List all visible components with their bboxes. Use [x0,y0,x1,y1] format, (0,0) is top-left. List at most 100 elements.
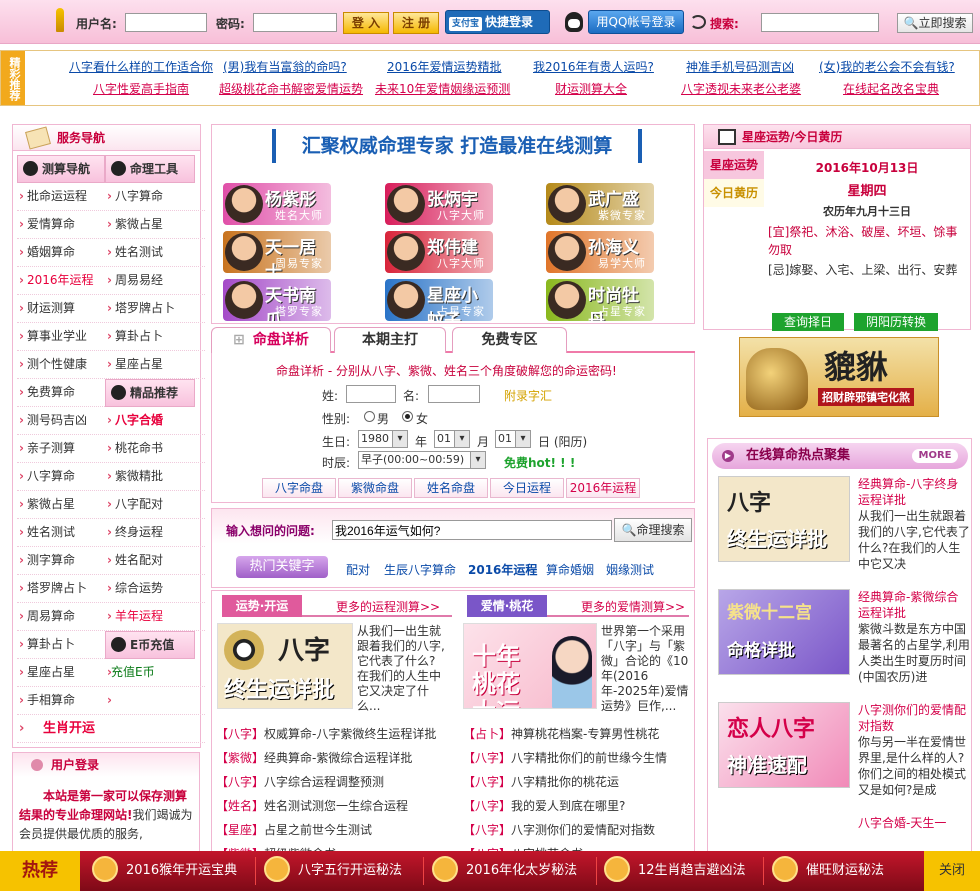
nav-link[interactable]: 综合运势 [105,575,193,602]
rec-link[interactable]: 神准手机号码测吉凶 [686,58,794,75]
recharge-ecoin-link[interactable]: 充值E币 [105,659,193,686]
date-select-button[interactable]: 查询择日 [772,313,844,331]
rare-chars-link[interactable]: 附录字汇 [504,387,552,404]
nav-link[interactable]: 算卦占卜 [105,323,193,350]
list-item[interactable]: 【星座】占星之前世今生测试 [216,821,372,838]
tab-almanac[interactable]: 今日黄历 [704,179,764,207]
list-item[interactable]: 【八字】八字精批你的桃花运 [463,773,619,790]
expert-card[interactable]: 张炳宇 八字大师 [385,183,493,225]
nav-link[interactable]: 批命运运程 [17,183,105,210]
bottom-promo-link[interactable]: 催旺财运秘法 [772,851,884,891]
username-input[interactable] [125,13,207,32]
fortune-thumb[interactable]: 八字 终生运详批 [217,623,353,709]
list-item[interactable]: 【紫微】经典算命-紫微综合运程详批 [216,749,412,766]
name-chart-button[interactable]: 姓名命盘 [414,478,488,498]
bottom-promo-link[interactable]: 12生肖趋吉避凶法 [604,851,746,891]
bottom-promo-link[interactable]: 2016年化太岁秘法 [432,851,577,891]
site-search-button[interactable]: 🔍立即搜索 [897,13,973,33]
list-item[interactable]: 【八字】八字测你们的爱情配对指数 [463,821,655,838]
nav-link[interactable]: 塔罗牌占卜 [17,575,105,602]
tab-featured[interactable]: 本期主打 [334,327,446,353]
rec-link[interactable]: 八字看什么样的工作适合你 [69,58,213,75]
nav-link[interactable]: 算卦占卜 [17,631,105,659]
expert-card[interactable]: 孙海义 易学大师 [546,231,654,273]
keyword-link[interactable]: 算命婚姻 [546,561,594,578]
nav-link[interactable]: 亲子测算 [17,435,105,462]
nav-link-zodiac[interactable]: 生肖开运 [17,715,105,742]
nav-link[interactable]: 羊年运程 [105,603,193,630]
nav-link[interactable]: 星座占星 [105,351,193,378]
nav-link[interactable]: 姓名测试 [105,239,193,266]
rec-link[interactable]: (女)我的老公会不会有钱? [819,58,955,75]
love-thumb[interactable]: 十年桃花大运 [463,623,597,709]
calendar-convert-button[interactable]: 阴阳历转换 [854,313,938,331]
password-input[interactable] [253,13,337,32]
nav-link[interactable]: 八字配对 [105,491,193,518]
male-radio[interactable] [364,411,375,422]
nav-link[interactable]: 终身运程 [105,519,193,546]
nav-link[interactable]: 免费算命 [17,379,105,407]
keyword-link[interactable]: 生辰八字算命 [384,561,456,578]
rec-link[interactable]: 财运测算大全 [555,80,627,97]
tab-chart-analysis[interactable]: ⊞ 命盘详析 [211,327,331,353]
qq-login-button[interactable]: 用QQ帐号登录 [588,10,684,34]
rec-link[interactable]: 未来10年爱情姻缘运预测 [375,80,510,97]
expert-card[interactable]: 天书南瓜 塔罗专家 [223,279,331,321]
female-radio[interactable] [402,411,413,422]
today-fortune-button[interactable]: 今日运程 [490,478,564,498]
nav-link[interactable]: 手相算命 [17,687,105,714]
fortune-search-button[interactable]: 🔍命理搜索 [614,518,692,542]
rec-link[interactable]: 八字性爱高手指南 [93,80,189,97]
rec-link[interactable]: 我2016年有贵人运吗? [533,58,654,75]
nav-link[interactable]: 婚姻算命 [17,239,105,266]
list-item[interactable]: 【八字】权威算命-八字紫微终生运程详批 [216,725,436,742]
hour-select[interactable]: 早子(00:00~00:59) [358,451,486,469]
tab-free-zone[interactable]: 免费专区 [452,327,567,353]
keyword-link[interactable]: 姻缘测试 [606,561,654,578]
nav-link[interactable]: 2016年运程 [17,267,105,294]
nav-link[interactable]: 八字算命 [105,183,193,210]
expert-card[interactable]: 时尚牡丹 占星专家 [546,279,654,321]
expert-card[interactable]: 郑伟建 八字大师 [385,231,493,273]
close-promo-button[interactable]: 关闭 [924,851,980,891]
love-more-link[interactable]: 更多的爱情测算>> [581,598,685,615]
nav-link[interactable]: 测号码吉凶 [17,407,105,434]
nav-link[interactable]: 星座占星 [17,659,105,686]
alipay-login-button[interactable]: 支付宝 快捷登录 [445,10,550,34]
ziwei-chart-button[interactable]: 紫微命盘 [338,478,412,498]
expert-card[interactable]: 星座小蚊子 占星专家 [385,279,493,321]
nav-link[interactable]: 爱情算命 [17,211,105,238]
bazi-chart-button[interactable]: 八字命盘 [262,478,336,498]
list-item[interactable]: 【八字】八字精批你们的前世缘今生情 [463,749,667,766]
expert-card[interactable]: 武广盛 紫微专家 [546,183,654,225]
bottom-promo-link[interactable]: 八字五行开运秘法 [264,851,402,891]
expert-card[interactable]: 天一居士 周易专家 [223,231,331,273]
month-select[interactable]: 01 [434,430,470,448]
question-input[interactable] [332,520,612,540]
nav-link[interactable]: 八字合婚 [105,407,193,434]
nav-link[interactable]: 姓名测试 [17,519,105,546]
site-search-input[interactable] [761,13,879,32]
nav-link[interactable]: 紫微占星 [17,491,105,518]
list-item[interactable]: 【姓名】姓名测试测您一生综合运程 [216,797,408,814]
surname-input[interactable] [346,385,396,403]
expert-card[interactable]: 杨紫彤 姓名大师 [223,183,331,225]
rec-link[interactable]: 八字透视未来老公老婆 [681,80,801,97]
keyword-link[interactable]: 2016年运程 [468,561,537,578]
fortune-more-link[interactable]: 更多的运程测算>> [336,598,440,615]
day-select[interactable]: 01 [495,430,531,448]
nav-link[interactable]: 测字算命 [17,547,105,574]
nav-link[interactable]: 周易算命 [17,603,105,630]
nav-link[interactable]: 紫微占星 [105,211,193,238]
nav-link[interactable]: 周易易经 [105,267,193,294]
nav-link[interactable]: 姓名配对 [105,547,193,574]
rec-link[interactable]: 在线起名改名宝典 [843,80,939,97]
year-select[interactable]: 1980 [358,430,408,448]
nav-link[interactable]: 塔罗牌占卜 [105,295,193,322]
nav-link[interactable]: 八字算命 [17,463,105,490]
rec-link[interactable]: 2016年爱情运势精批 [387,58,502,75]
tab-horoscope[interactable]: 星座运势 [704,151,764,179]
list-item[interactable]: 【八字】我的爱人到底在哪里? [463,797,625,814]
hot-more-button[interactable]: MORE [912,449,958,463]
nav-link[interactable]: 测个性健康 [17,351,105,378]
